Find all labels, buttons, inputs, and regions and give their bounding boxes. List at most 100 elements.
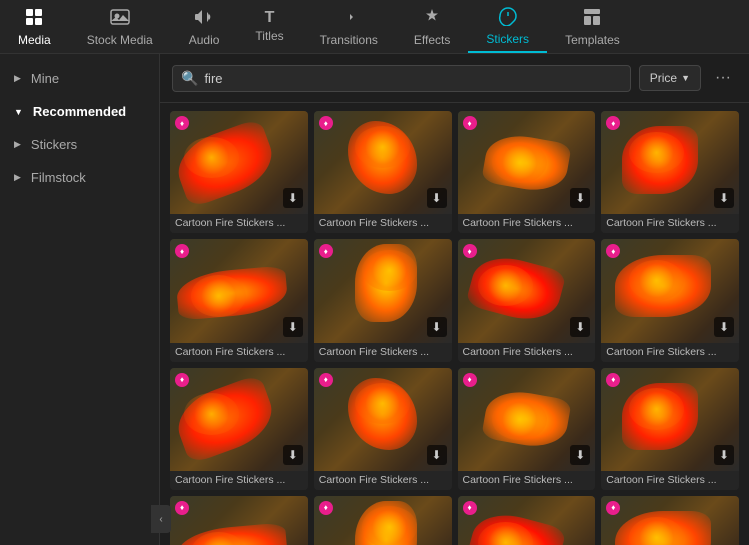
sticker-item[interactable]: ⬇ Cartoon Fire Stickers ... xyxy=(458,368,596,490)
nav-effects-label: Effects xyxy=(414,33,450,47)
mine-chevron-icon xyxy=(14,73,21,84)
sticker-item[interactable]: ⬇Cartoon Fire Stickers ... xyxy=(314,496,452,545)
main-layout: Mine Recommended Stickers Filmstock ‹ 🔍 … xyxy=(0,54,749,545)
sidebar-item-mine[interactable]: Mine xyxy=(0,62,159,95)
sticker-label: Cartoon Fire Stickers ... xyxy=(314,214,452,233)
sticker-thumbnail: ⬇ xyxy=(601,111,739,214)
nav-audio-label: Audio xyxy=(189,33,220,47)
download-button[interactable]: ⬇ xyxy=(714,317,734,337)
price-filter-dropdown[interactable]: Price ▼ xyxy=(639,65,701,91)
sidebar-collapse-button[interactable]: ‹ xyxy=(151,505,171,533)
sticker-thumbnail: ⬇ xyxy=(170,111,308,214)
premium-badge xyxy=(175,116,189,130)
premium-badge xyxy=(606,373,620,387)
premium-badge xyxy=(463,501,477,515)
top-navigation: Media Stock Media Audio T Titles Transit… xyxy=(0,0,749,54)
sticker-thumbnail: ⬇ xyxy=(314,496,452,545)
sticker-item[interactable]: ⬇ Cartoon Fire Stickers ... xyxy=(170,239,308,361)
premium-badge xyxy=(175,373,189,387)
sticker-item[interactable]: ⬇Cartoon Fire Stickers ... xyxy=(458,496,596,545)
sticker-label: Cartoon Fire Stickers ... xyxy=(458,214,596,233)
sticker-thumbnail: ⬇ xyxy=(458,239,596,342)
more-options-button[interactable]: ··· xyxy=(709,64,737,92)
download-button[interactable]: ⬇ xyxy=(570,317,590,337)
nav-audio[interactable]: Audio xyxy=(171,0,238,53)
sticker-item[interactable]: ⬇Cartoon Fire Stickers ... xyxy=(458,239,596,361)
nav-templates[interactable]: Templates xyxy=(547,0,638,53)
premium-badge xyxy=(606,244,620,258)
effects-icon xyxy=(422,7,442,30)
nav-media-label: Media xyxy=(18,33,51,47)
download-button[interactable]: ⬇ xyxy=(570,188,590,208)
price-filter-label: Price xyxy=(650,71,677,85)
search-bar: 🔍 Price ▼ ··· xyxy=(160,54,749,103)
nav-stickers-label: Stickers xyxy=(486,32,529,46)
sidebar-mine-label: Mine xyxy=(31,71,59,86)
sticker-thumbnail: ⬇ xyxy=(601,239,739,342)
sticker-item[interactable]: ⬇Cartoon Fire Stickers ... xyxy=(170,496,308,545)
titles-icon: T xyxy=(265,10,275,26)
sticker-item[interactable]: ⬇ Cartoon Fire Stickers ... xyxy=(458,111,596,233)
premium-badge xyxy=(175,244,189,258)
premium-badge xyxy=(463,244,477,258)
sticker-item[interactable]: ⬇Cartoon Fire Stickers ... xyxy=(601,368,739,490)
sticker-thumbnail: ⬇ xyxy=(314,368,452,471)
sticker-label: Cartoon Fire Stickers ... xyxy=(170,343,308,362)
recommended-chevron-icon xyxy=(14,107,23,117)
sticker-item[interactable]: ⬇ Cartoon Fire Stickers ... xyxy=(314,239,452,361)
sidebar-item-filmstock[interactable]: Filmstock xyxy=(0,161,159,194)
sticker-thumbnail: ⬇ xyxy=(170,368,308,471)
sticker-item[interactable]: ⬇ Cartoon Fire Stickers ... xyxy=(601,239,739,361)
collapse-icon: ‹ xyxy=(159,514,162,525)
search-input[interactable] xyxy=(204,71,621,86)
sticker-item[interactable]: ⬇ Cartoon Fire Stickers ... xyxy=(314,111,452,233)
sticker-thumbnail: ⬇ xyxy=(314,239,452,342)
sticker-item[interactable]: ⬇ Cartoon Fire Stickers ... xyxy=(601,111,739,233)
sticker-label: Cartoon Fire Stickers ... xyxy=(601,214,739,233)
sticker-thumbnail: ⬇ xyxy=(458,368,596,471)
sticker-thumbnail: ⬇ xyxy=(458,496,596,545)
download-button[interactable]: ⬇ xyxy=(283,188,303,208)
sticker-item[interactable]: ⬇Cartoon Fire Stickers ... xyxy=(170,111,308,233)
sidebar-filmstock-label: Filmstock xyxy=(31,170,86,185)
nav-effects[interactable]: Effects xyxy=(396,0,468,53)
sidebar-item-stickers[interactable]: Stickers xyxy=(0,128,159,161)
download-button[interactable]: ⬇ xyxy=(714,445,734,465)
sticker-grid: ⬇ Cartoon Fire Stickers ... ⬇ Cartoon Fire … xyxy=(170,111,739,545)
download-button[interactable]: ⬇ xyxy=(427,317,447,337)
premium-badge xyxy=(319,501,333,515)
premium-badge xyxy=(463,116,477,130)
download-button[interactable]: ⬇ xyxy=(283,445,303,465)
search-input-wrapper[interactable]: 🔍 xyxy=(172,65,631,92)
sticker-thumbnail: ⬇ xyxy=(601,368,739,471)
sticker-label: Cartoon Fire Stickers ... xyxy=(314,343,452,362)
premium-badge xyxy=(319,244,333,258)
nav-titles-label: Titles xyxy=(255,29,283,43)
premium-badge xyxy=(606,116,620,130)
sticker-item[interactable]: ⬇ Cartoon Fire Stickers ... xyxy=(170,368,308,490)
sticker-item[interactable]: ⬇Cartoon Fire Stickers ... xyxy=(601,496,739,545)
download-button[interactable]: ⬇ xyxy=(570,445,590,465)
download-button[interactable]: ⬇ xyxy=(714,188,734,208)
sidebar-item-recommended[interactable]: Recommended xyxy=(0,95,159,128)
filmstock-chevron-icon xyxy=(14,172,21,183)
download-button[interactable]: ⬇ xyxy=(427,188,447,208)
sticker-label: Cartoon Fire Stickers ... xyxy=(601,343,739,362)
media-icon xyxy=(24,7,44,30)
download-button[interactable]: ⬇ xyxy=(283,317,303,337)
nav-transitions[interactable]: Transitions xyxy=(302,0,396,53)
sticker-item[interactable]: ⬇ Cartoon Fire Stickers ... xyxy=(314,368,452,490)
nav-titles[interactable]: T Titles xyxy=(237,0,301,53)
nav-templates-label: Templates xyxy=(565,33,620,47)
nav-stock-media[interactable]: Stock Media xyxy=(69,0,171,53)
sticker-label: Cartoon Fire Stickers ... xyxy=(458,471,596,490)
download-button[interactable]: ⬇ xyxy=(427,445,447,465)
nav-transitions-label: Transitions xyxy=(320,33,378,47)
nav-stickers[interactable]: Stickers xyxy=(468,0,547,53)
premium-badge xyxy=(319,116,333,130)
sticker-label: Cartoon Fire Stickers ... xyxy=(314,471,452,490)
nav-media[interactable]: Media xyxy=(0,0,69,53)
sticker-label: Cartoon Fire Stickers ... xyxy=(170,471,308,490)
sidebar-stickers-label: Stickers xyxy=(31,137,77,152)
price-chevron-icon: ▼ xyxy=(681,73,690,83)
